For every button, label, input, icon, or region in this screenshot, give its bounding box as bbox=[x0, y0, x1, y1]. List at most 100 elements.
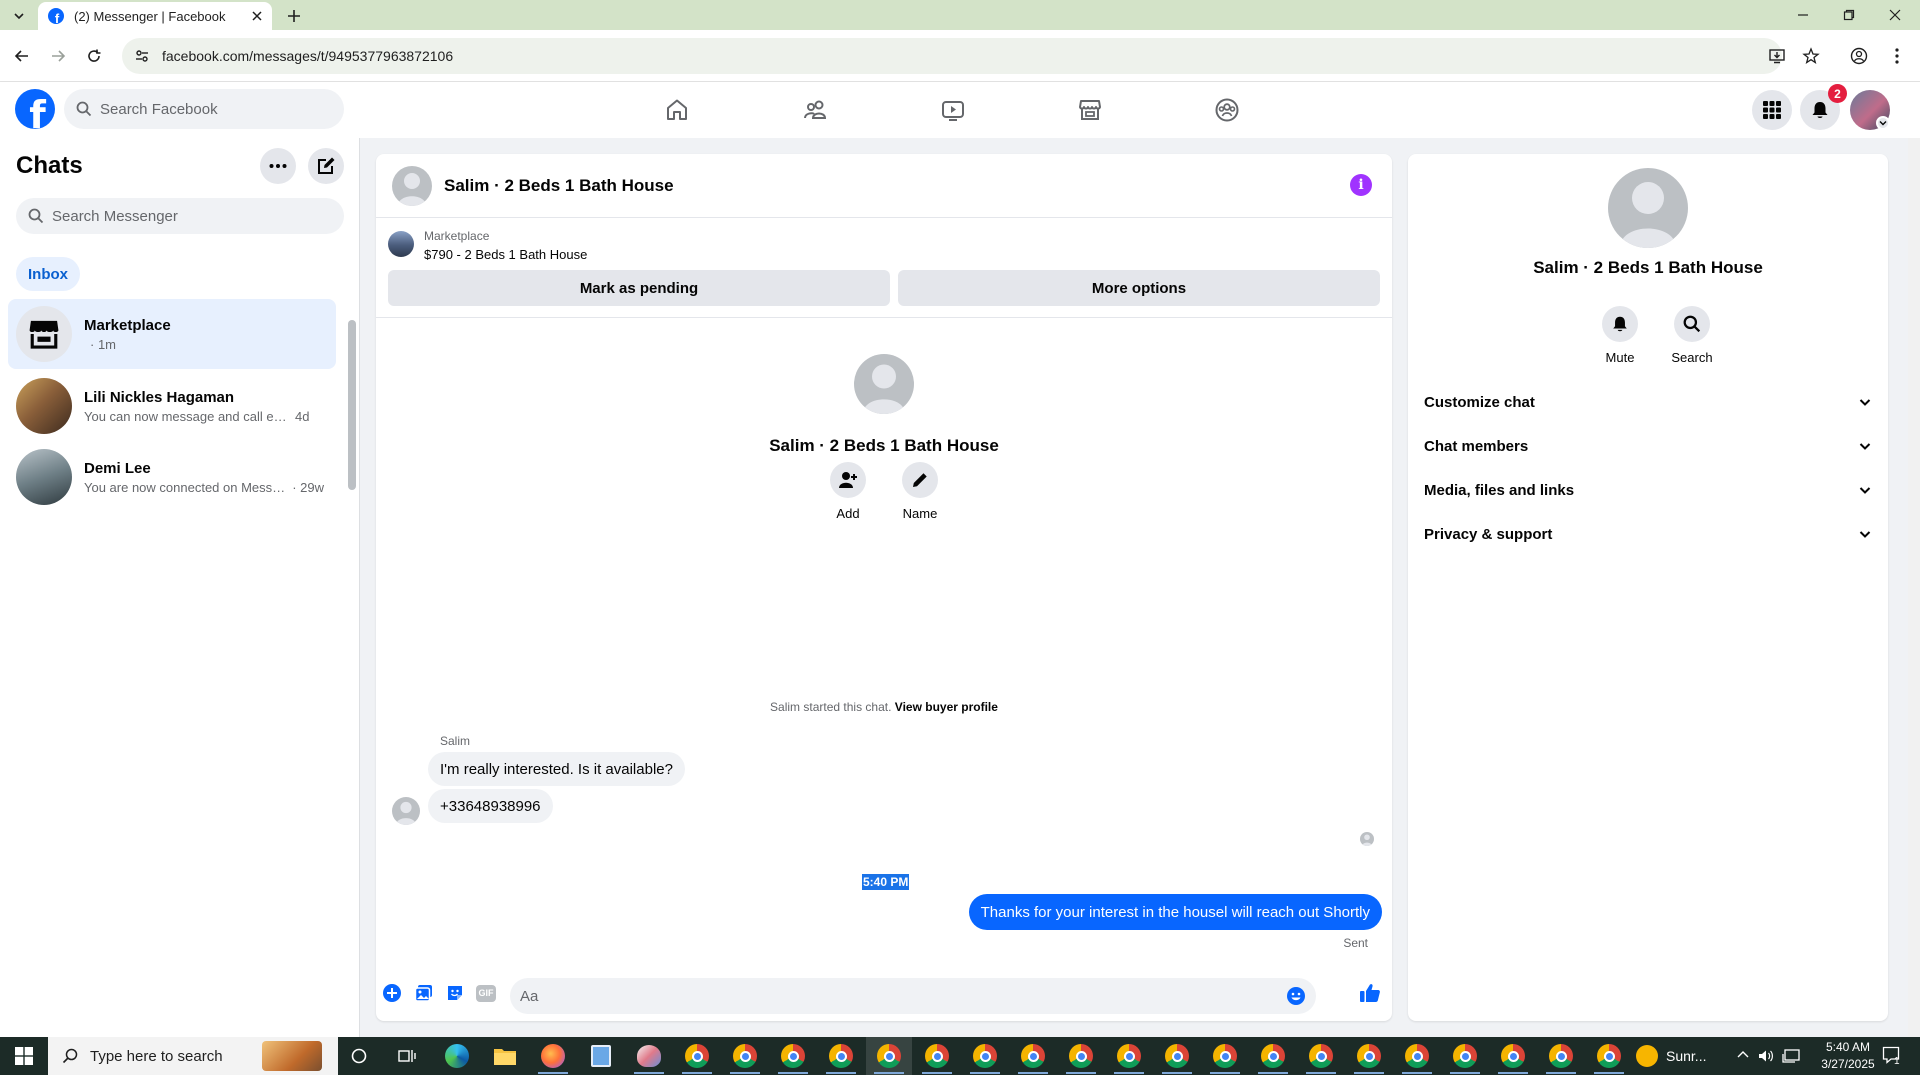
chrome-window[interactable] bbox=[1586, 1037, 1632, 1075]
chrome-window[interactable] bbox=[722, 1037, 768, 1075]
back-button[interactable] bbox=[9, 43, 35, 69]
chrome-window[interactable] bbox=[1346, 1037, 1392, 1075]
conversation-title[interactable]: Salim · 2 Beds 1 Bath House bbox=[444, 176, 674, 196]
conversation-info-button[interactable]: i bbox=[1350, 174, 1372, 196]
message-input[interactable] bbox=[510, 978, 1316, 1014]
cortana-button[interactable] bbox=[336, 1037, 382, 1075]
volume-button[interactable] bbox=[1758, 1048, 1774, 1064]
facebook-search[interactable] bbox=[64, 89, 344, 129]
tab-search-button[interactable] bbox=[8, 5, 30, 27]
show-hidden-icons-button[interactable] bbox=[1736, 1048, 1750, 1062]
app-paint[interactable] bbox=[626, 1037, 672, 1075]
more-actions-button[interactable] bbox=[380, 981, 404, 1005]
view-buyer-profile-link[interactable]: View buyer profile bbox=[895, 700, 998, 714]
taskbar-search-input[interactable] bbox=[90, 1047, 250, 1065]
chrome-window[interactable] bbox=[818, 1037, 864, 1075]
menu-button[interactable] bbox=[1752, 90, 1792, 130]
chrome-window[interactable] bbox=[674, 1037, 720, 1075]
new-message-button[interactable] bbox=[308, 148, 344, 184]
conversation-avatar[interactable] bbox=[392, 165, 432, 206]
bookmark-button[interactable] bbox=[1798, 43, 1824, 69]
close-window-button[interactable] bbox=[1872, 0, 1918, 30]
mute-button[interactable]: Mute bbox=[1590, 306, 1650, 365]
search-in-conversation-button[interactable]: Search bbox=[1662, 306, 1722, 365]
edit-name-button[interactable]: Name bbox=[890, 462, 950, 521]
forward-button[interactable] bbox=[45, 43, 71, 69]
media-files-links-section[interactable]: Media, files and links bbox=[1416, 468, 1880, 512]
chrome-window[interactable] bbox=[1250, 1037, 1296, 1075]
firefox-app[interactable] bbox=[530, 1037, 576, 1075]
incoming-message[interactable]: I'm really interested. Is it available? bbox=[428, 752, 685, 786]
action-center-button[interactable]: 1 bbox=[1882, 1046, 1908, 1068]
address-bar[interactable]: facebook.com/messages/t/9495377963872106 bbox=[122, 38, 1782, 74]
listing-title[interactable]: $790 - 2 Beds 1 Bath House bbox=[424, 247, 587, 262]
facebook-logo[interactable]: f bbox=[15, 89, 55, 129]
restore-button[interactable] bbox=[1826, 0, 1872, 30]
facebook-search-input[interactable] bbox=[100, 100, 320, 118]
chrome-window[interactable] bbox=[1394, 1037, 1440, 1075]
chrome-window[interactable] bbox=[1490, 1037, 1536, 1075]
chrome-window[interactable] bbox=[1154, 1037, 1200, 1075]
mark-as-pending-button[interactable]: Mark as pending bbox=[388, 270, 890, 306]
chat-members-section[interactable]: Chat members bbox=[1416, 424, 1880, 468]
emoji-icon[interactable] bbox=[1286, 986, 1306, 1006]
chrome-window[interactable] bbox=[1538, 1037, 1584, 1075]
chat-list-item[interactable]: Lili Nickles Hagaman You can now message… bbox=[8, 371, 336, 441]
incoming-message[interactable]: +33648938996 bbox=[428, 789, 553, 823]
chrome-window[interactable] bbox=[914, 1037, 960, 1075]
sticker-button[interactable] bbox=[443, 981, 467, 1005]
more-options-button[interactable]: More options bbox=[898, 270, 1380, 306]
chrome-window[interactable] bbox=[962, 1037, 1008, 1075]
browser-tab-active[interactable]: f (2) Messenger | Facebook bbox=[38, 2, 272, 30]
network-button[interactable] bbox=[1782, 1048, 1800, 1064]
browser-menu-button[interactable] bbox=[1884, 43, 1910, 69]
close-tab-icon[interactable] bbox=[252, 11, 262, 21]
privacy-support-section[interactable]: Privacy & support bbox=[1416, 512, 1880, 556]
new-tab-button[interactable] bbox=[282, 4, 306, 28]
minimize-button[interactable] bbox=[1780, 0, 1826, 30]
chrome-window-active[interactable] bbox=[866, 1037, 912, 1075]
nav-friends[interactable] bbox=[760, 90, 870, 130]
chrome-window[interactable] bbox=[770, 1037, 816, 1075]
nav-marketplace[interactable] bbox=[1035, 90, 1145, 130]
task-view-button[interactable] bbox=[384, 1037, 430, 1075]
system-clock[interactable]: 5:40 AM 3/27/2025 bbox=[1816, 1039, 1880, 1073]
customize-chat-section[interactable]: Customize chat bbox=[1416, 380, 1880, 424]
start-button[interactable] bbox=[0, 1037, 48, 1075]
chats-options-button[interactable] bbox=[260, 148, 296, 184]
nav-watch[interactable] bbox=[898, 90, 1008, 130]
chrome-window[interactable] bbox=[1442, 1037, 1488, 1075]
account-caret[interactable] bbox=[1876, 116, 1890, 130]
app-notes[interactable] bbox=[578, 1037, 624, 1075]
messenger-search[interactable] bbox=[16, 198, 344, 234]
reload-button[interactable] bbox=[81, 43, 107, 69]
page-scrollbar[interactable] bbox=[1908, 138, 1920, 1037]
like-send-button[interactable] bbox=[1358, 981, 1382, 1005]
chat-list-item[interactable]: Demi Lee You are now connected on Messe.… bbox=[8, 442, 336, 512]
site-settings-icon[interactable] bbox=[134, 48, 150, 64]
chrome-window[interactable] bbox=[1106, 1037, 1152, 1075]
chrome-window[interactable] bbox=[1058, 1037, 1104, 1075]
chrome-window[interactable] bbox=[1298, 1037, 1344, 1075]
edge-app[interactable] bbox=[434, 1037, 480, 1075]
details-avatar[interactable] bbox=[1608, 168, 1688, 248]
nav-home[interactable] bbox=[622, 90, 732, 130]
chrome-window[interactable] bbox=[1202, 1037, 1248, 1075]
taskbar-search[interactable] bbox=[48, 1037, 338, 1075]
weather-widget[interactable]: Sunr... bbox=[1636, 1037, 1706, 1075]
url-text[interactable]: facebook.com/messages/t/9495377963872106 bbox=[162, 48, 453, 64]
attach-photo-button[interactable] bbox=[412, 981, 436, 1005]
add-people-button[interactable]: Add bbox=[818, 462, 878, 521]
install-app-button[interactable] bbox=[1764, 43, 1790, 69]
chat-list-item[interactable]: Marketplace · 1m bbox=[8, 299, 336, 369]
outgoing-message[interactable]: Thanks for your interest in the housel w… bbox=[968, 894, 1382, 930]
messenger-search-input[interactable] bbox=[52, 207, 312, 225]
chrome-window[interactable] bbox=[1010, 1037, 1056, 1075]
gif-button[interactable]: GIF bbox=[474, 981, 498, 1005]
message-input-field[interactable] bbox=[520, 987, 1286, 1005]
profile-button[interactable] bbox=[1846, 43, 1872, 69]
listing-thumbnail[interactable] bbox=[388, 231, 414, 257]
nav-groups[interactable] bbox=[1172, 90, 1282, 130]
chat-list-scrollbar[interactable] bbox=[348, 320, 356, 490]
inbox-filter-tab[interactable]: Inbox bbox=[16, 257, 80, 291]
